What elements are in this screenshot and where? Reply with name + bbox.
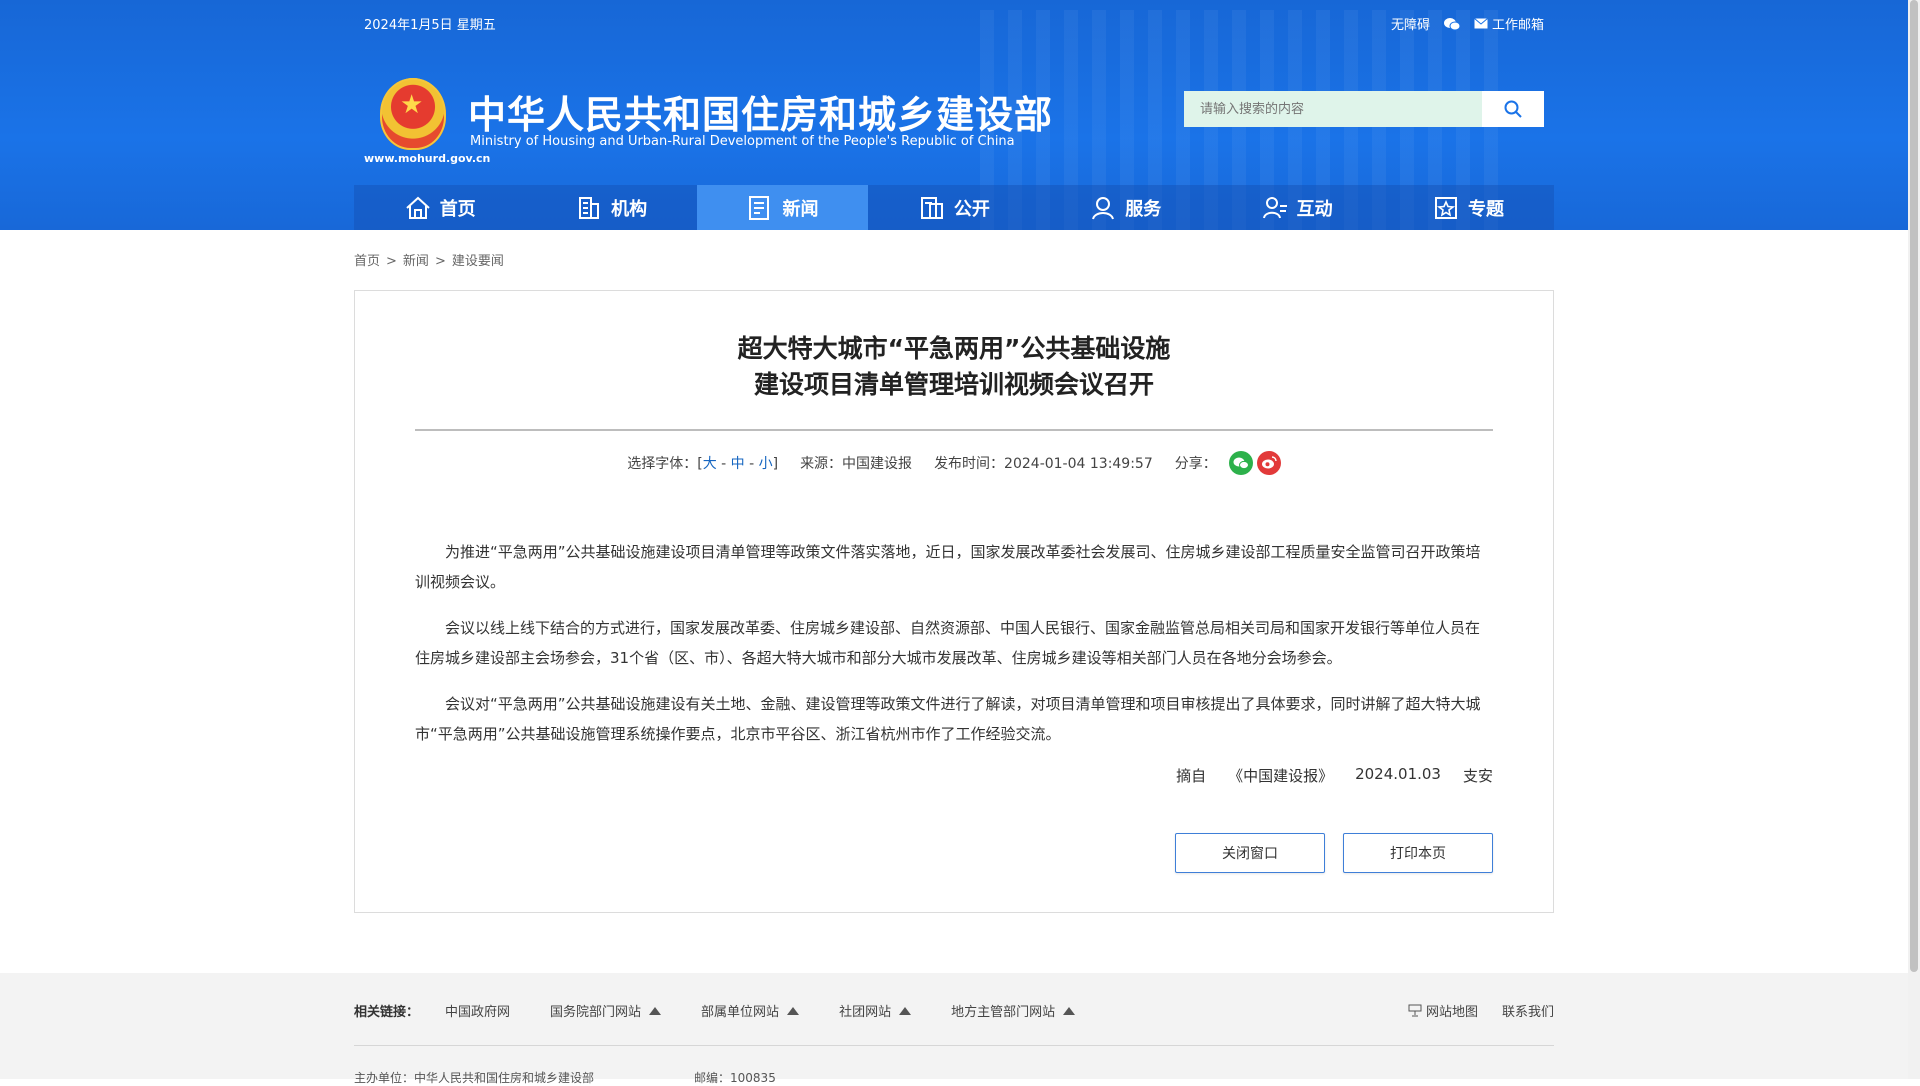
title-divider [415,429,1493,431]
article-panel: 超大特大城市“平急两用”公共基础设施 建设项目清单管理培训视频会议召开 选择字体… [354,290,1554,913]
accessibility-link[interactable]: 无障碍 [1391,14,1430,33]
breadcrumb-current[interactable]: 建设要闻 [452,254,504,269]
print-page-button[interactable]: 打印本页 [1343,833,1493,873]
triangle-up-icon [899,1006,912,1015]
font-medium-link[interactable]: 中 [731,456,745,472]
service-icon [1092,196,1115,219]
scrollbar-thumb[interactable] [1910,0,1918,972]
contact-link[interactable]: 联系我们 [1502,1001,1554,1020]
share-label: 分享： [1174,456,1217,472]
font-size-selector: 选择字体：[大 - 中 - 小] [627,456,779,472]
home-icon [406,196,430,219]
sitemap-link[interactable]: 网站地图 [1408,1001,1478,1020]
current-date: 2024年1月5日 星期五 [364,18,496,33]
mail-icon [1474,18,1488,29]
link-associations[interactable]: 社团网站 [839,1001,912,1020]
nav-public[interactable]: 公开 [868,185,1039,230]
article-paragraph-2: 会议以线上线下结合的方式进行，国家发展改革委、住房城乡建设部、自然资源部、中国人… [415,619,1481,667]
footer-right-links: 网站地图 联系我们 [1408,1001,1554,1020]
link-state-council-depts[interactable]: 国务院部门网站 [550,1001,662,1020]
font-large-link[interactable]: 大 [703,456,717,472]
nav-label: 新闻 [782,198,819,220]
article-paragraph-1: 为推进“平急两用”公共基础设施建设项目清单管理等政策文件落实落地，近日，国家发展… [415,543,1481,591]
nav-news[interactable]: 新闻 [696,185,869,230]
site-url: www.mohurd.gov.cn [364,152,491,165]
link-label: 部属单位网站 [701,1005,780,1020]
star-icon [1435,196,1458,219]
article-paragraph-3: 会议对“平急两用”公共基础设施建设有关土地、金融、建设管理等政策文件进行了解读，… [415,695,1481,743]
nav-label: 专题 [1468,198,1505,220]
excerpt-label: 摘自 [1176,767,1207,785]
search-input[interactable] [1184,91,1482,127]
paper-name: 《中国建设报》 [1228,767,1334,785]
site-title[interactable]: 中华人民共和国住房和城乡建设部 [468,84,1053,139]
sitemap-label: 网站地图 [1425,1005,1478,1020]
site-footer: 相关链接： 中国政府网 国务院部门网站 部属单位网站 社团网站 地方主管部门网站… [0,973,1908,1085]
site-subtitle: Ministry of Housing and Urban-Rural Deve… [470,134,1015,149]
article-source: 来源：中国建设报 [800,456,913,472]
nav-label: 公开 [953,198,990,220]
breadcrumb-home[interactable]: 首页 [354,254,380,269]
font-size-label: 选择字体：[ [627,456,703,472]
link-gov[interactable]: 中国政府网 [445,1001,510,1020]
wechat-icon[interactable] [1443,17,1460,31]
font-small-link[interactable]: 小 [759,456,773,472]
host-unit: 主办单位：中华人民共和国住房和城乡建设部 [354,1071,595,1085]
search-button[interactable] [1482,91,1544,127]
nav-label: 互动 [1296,198,1333,220]
triangle-up-icon [787,1006,800,1015]
sitemap-icon [1408,1004,1422,1017]
link-affiliated-units[interactable]: 部属单位网站 [701,1001,800,1020]
link-label: 社团网站 [839,1005,892,1020]
article-body: 为推进“平急两用”公共基础设施建设项目清单管理等政策文件落实落地，近日，国家发展… [415,537,1493,765]
nav-organization[interactable]: 机构 [525,185,696,230]
triangle-up-icon [1063,1006,1076,1015]
wechat-share-icon[interactable] [1228,451,1253,475]
work-mail-link[interactable]: 工作邮箱 [1474,14,1544,33]
related-links: 相关链接： 中国政府网 国务院部门网站 部属单位网站 社团网站 地方主管部门网站… [354,1001,1554,1020]
link-label: 中国政府网 [445,1005,511,1020]
main-nav: 首页 机构 新闻 公开 服务 互动 专题 [354,185,1554,230]
work-mail-label: 工作邮箱 [1491,18,1544,33]
nav-label: 机构 [611,198,648,220]
search-box [1184,91,1544,127]
publish-time: 发布时间：2024-01-04 13:49:57 [934,456,1153,472]
nav-interact[interactable]: 互动 [1211,185,1382,230]
article-title: 超大特大城市“平急两用”公共基础设施 建设项目清单管理培训视频会议召开 [355,331,1553,403]
nav-home[interactable]: 首页 [354,185,525,230]
article-title-line-1: 超大特大城市“平急两用”公共基础设施 [737,334,1171,363]
share-icons [1228,451,1281,475]
link-label: 地方主管部门网站 [951,1005,1056,1020]
breadcrumb-news[interactable]: 新闻 [403,254,429,269]
triangle-up-icon [649,1006,662,1015]
footer-divider [354,1045,1554,1046]
article-meta: 选择字体：[大 - 中 - 小] 来源：中国建设报 发布时间：2024-01-0… [355,451,1553,475]
breadcrumb: 首页 > 新闻 > 建设要闻 [354,254,504,269]
nav-topics[interactable]: 专题 [1382,185,1553,230]
link-label: 国务院部门网站 [550,1005,642,1020]
search-icon [1504,100,1522,118]
article-attribution: 摘自 《中国建设报》 2024.01.03 支安 [1176,765,1493,786]
document-icon [920,196,943,219]
postcode: 邮编：100835 [694,1071,776,1085]
top-links: 无障碍 工作邮箱 [1391,14,1544,33]
news-icon [749,195,770,220]
font-size-end: ] [772,456,779,472]
weibo-share-icon[interactable] [1256,451,1281,475]
close-window-button[interactable]: 关闭窗口 [1175,833,1325,873]
nav-label: 服务 [1125,198,1162,220]
nav-label: 首页 [439,198,476,220]
footer-info: 主办单位：中华人民共和国住房和城乡建设部 邮编：100835 [354,1069,776,1086]
related-links-label: 相关链接： [354,1005,420,1020]
page-scrollbar[interactable] [1908,0,1920,1079]
national-emblem-icon [380,78,446,150]
interact-icon [1262,196,1287,218]
site-header: 2024年1月5日 星期五 无障碍 工作邮箱 www.mohurd.gov.cn… [0,0,1908,230]
building-icon [579,196,600,219]
article-title-line-2: 建设项目清单管理培训视频会议召开 [753,370,1154,399]
paper-date: 2024.01.03 [1355,765,1441,783]
link-local-authorities[interactable]: 地方主管部门网站 [951,1001,1076,1020]
author: 支安 [1462,767,1493,785]
nav-service[interactable]: 服务 [1040,185,1211,230]
